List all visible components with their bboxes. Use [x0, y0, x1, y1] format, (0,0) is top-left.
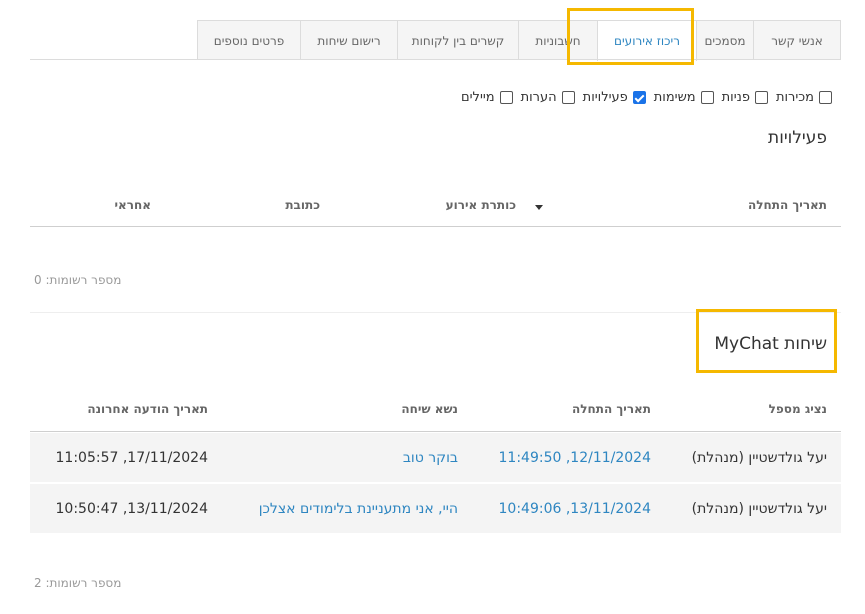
filter-notes-label: הערות [520, 90, 557, 105]
tab-divider [30, 59, 841, 60]
filter-sales-checkbox[interactable] [819, 91, 832, 104]
filter-emails-label: מיילים [461, 90, 495, 105]
mychat-title: שיחות MyChat [714, 334, 827, 354]
activities-record-count: מספר רשומות: 0 [34, 273, 122, 287]
filter-activities[interactable]: פעילויות [583, 90, 646, 105]
tab-events-summary[interactable]: ריכוז אירועים [597, 20, 697, 61]
column-owner[interactable]: אחראי [115, 198, 151, 212]
activities-table-header: תאריך התחלה כותרת אירוע כתובת אחראי [30, 190, 841, 227]
tab-customer-relations[interactable]: קשרים בין לקוחות [397, 20, 519, 60]
section-divider [30, 312, 841, 313]
tab-documents[interactable]: מסמכים [696, 20, 754, 60]
column-subject[interactable]: נשא שיחה [401, 402, 458, 416]
filter-inquiries-checkbox[interactable] [754, 91, 768, 104]
table-row[interactable]: יעל גולדשטיין (מנהלת) 12/11/2024, 11:49:… [30, 433, 841, 483]
filter-emails-checkbox[interactable] [499, 91, 513, 104]
column-agent[interactable]: נציג מספל [769, 402, 827, 416]
event-type-filters: מכירות פניות משימות פעילויות הערות מיילי… [453, 90, 832, 105]
chats-table-header: נציג מספל תאריך התחלה נשא שיחה תאריך הוד… [30, 394, 841, 432]
tab-bar: אנשי קשר מסמכים ריכוז אירועים חשבוניות ק… [197, 20, 841, 61]
activities-title: פעילויות [768, 128, 827, 148]
subject-link[interactable]: היי, אני מתעניינת בלימודים אצלכן [259, 501, 458, 517]
filter-sales-label: מכירות [775, 90, 814, 105]
last-message-date: 13/11/2024, 10:50:47 [55, 501, 209, 517]
tab-call-log[interactable]: רישום שיחות [300, 20, 398, 60]
filter-notes-checkbox[interactable] [561, 91, 575, 104]
filter-tasks[interactable]: משימות [654, 90, 714, 105]
column-start-date[interactable]: תאריך התחלה [748, 198, 827, 212]
filter-inquiries-label: פניות [721, 90, 750, 105]
chats-record-count: מספר רשומות: 2 [34, 576, 122, 590]
filter-notes[interactable]: הערות [521, 90, 575, 105]
column-address[interactable]: כתובת [285, 198, 320, 212]
agent-name: יעל גולדשטיין (מנהלת) [691, 501, 827, 517]
filter-emails[interactable]: מיילים [461, 90, 513, 105]
filter-tasks-checkbox[interactable] [700, 91, 714, 104]
column-last-message[interactable]: תאריך הודעה אחרונה [87, 402, 208, 416]
subject-link[interactable]: בוקר טוב [403, 450, 458, 466]
last-message-date: 17/11/2024, 11:05:57 [55, 450, 209, 466]
tab-additional-details[interactable]: פרטים נוספים [197, 20, 301, 60]
tab-contacts[interactable]: אנשי קשר [753, 20, 841, 60]
filter-activities-checkbox[interactable] [632, 91, 646, 104]
column-event-title[interactable]: כותרת אירוע [446, 198, 516, 212]
start-date-link[interactable]: 13/11/2024, 10:49:06 [499, 501, 652, 517]
filter-tasks-label: משימות [653, 90, 696, 105]
filter-sales[interactable]: מכירות [776, 90, 832, 105]
column-chat-start-date[interactable]: תאריך התחלה [572, 402, 651, 416]
start-date-link[interactable]: 12/11/2024, 11:49:50 [499, 450, 652, 466]
sort-down-icon[interactable] [535, 205, 543, 210]
filter-inquiries[interactable]: פניות [722, 90, 768, 105]
filter-activities-label: פעילויות [582, 90, 628, 105]
table-row[interactable]: יעל גולדשטיין (מנהלת) 13/11/2024, 10:49:… [30, 484, 841, 534]
tab-invoices[interactable]: חשבוניות [518, 20, 598, 60]
agent-name: יעל גולדשטיין (מנהלת) [691, 450, 827, 466]
